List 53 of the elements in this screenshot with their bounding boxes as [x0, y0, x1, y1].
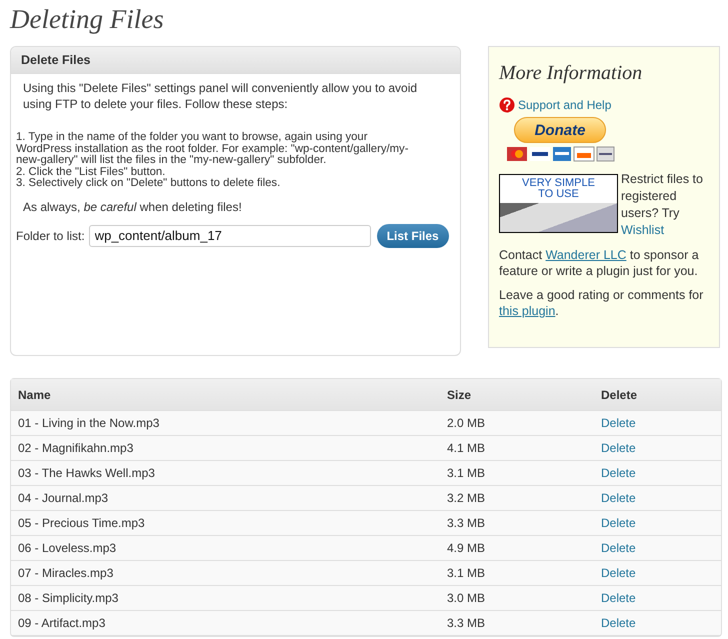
delete-link[interactable]: Delete	[601, 466, 636, 480]
delete-link[interactable]: Delete	[601, 416, 636, 430]
file-size: 3.1 MB	[447, 466, 486, 480]
step-text: 1. Type in the name of the folder you want to browse, again using your WordPress installation as the root folder. For example: "wp-content/gallery/my-new-gallery" will list the files in the "my-new-gallery" subfolder.	[16, 132, 410, 166]
banner-text: VERY SIMPLE TO USE	[521, 178, 596, 200]
column-header: Size	[447, 388, 472, 402]
delete-link[interactable]: Delete	[601, 541, 636, 555]
file-name: 05 - Precious Time.mp3	[17, 516, 146, 530]
file-name: 06 - Loveless.mp3	[17, 541, 118, 555]
file-name: 09 - Artifact.mp3	[17, 616, 106, 630]
file-name: 08 - Simplicity.mp3	[17, 591, 120, 605]
file-size: 3.1 MB	[447, 566, 486, 580]
file-size: 3.3 MB	[447, 516, 486, 530]
delete-link[interactable]: Delete	[601, 516, 636, 530]
caution-text: As always, be careful when deleting files!	[23, 200, 243, 214]
file-name: 02 - Magnifikahn.mp3	[17, 441, 134, 455]
file-size: 2.0 MB	[447, 416, 486, 430]
delete-link[interactable]: Delete	[601, 441, 636, 455]
column-header: Name	[17, 388, 52, 402]
contact-text: Contact Wanderer LLC to sponsor a feature or write a plugin just for you.	[499, 247, 700, 279]
column-header: Delete	[601, 388, 638, 402]
file-name: 01 - Living in the Now.mp3	[17, 416, 160, 430]
wanderer-link[interactable]: Wanderer LLC	[546, 248, 626, 262]
file-size: 4.1 MB	[447, 441, 486, 455]
intro-text: Using this "Delete Files" settings panel will conveniently allow you to avoid using FTP to delete your files. Follow these steps:	[23, 80, 418, 112]
delete-link[interactable]: Delete	[601, 591, 636, 605]
info-title: More Information	[499, 62, 644, 85]
file-size: 3.0 MB	[447, 591, 486, 605]
folder-input[interactable]: wp_content/album_17	[88, 224, 371, 246]
delete-link[interactable]: Delete	[601, 616, 636, 630]
file-size: 3.3 MB	[447, 616, 486, 630]
step-text: 3. Selectively click on "Delete" buttons to delete files.	[16, 178, 282, 190]
restrict-text: Restrict files to registered users? Try Wishlist	[621, 171, 704, 239]
wishlist-link[interactable]: Wishlist	[621, 223, 664, 237]
file-size: 3.2 MB	[447, 491, 486, 505]
file-size: 4.9 MB	[447, 541, 486, 555]
page-title: Deleting Files	[10, 3, 165, 36]
list-files-button[interactable]: List Files	[376, 224, 449, 248]
help-icon	[499, 97, 515, 113]
delete-link[interactable]: Delete	[601, 491, 636, 505]
support-link[interactable]: Support and Help	[518, 98, 612, 112]
delete-link[interactable]: Delete	[601, 566, 636, 580]
banner-image[interactable]: VERY SIMPLE TO USE	[499, 174, 618, 233]
rating-text: Leave a good rating or comments for this plugin.	[499, 287, 704, 319]
step-text: 2. Click the "List Files" button.	[16, 166, 166, 178]
file-name: 03 - The Hawks Well.mp3	[17, 466, 156, 480]
file-name: 04 - Journal.mp3	[17, 491, 110, 505]
payment-cards-icon	[507, 146, 615, 162]
panel-title: Delete Files	[11, 47, 460, 74]
donate-button[interactable]: Donate	[514, 117, 606, 143]
field-label: Folder to list:	[16, 228, 85, 242]
file-name: 07 - Miracles.mp3	[17, 566, 114, 580]
plugin-link[interactable]: this plugin	[499, 304, 556, 318]
